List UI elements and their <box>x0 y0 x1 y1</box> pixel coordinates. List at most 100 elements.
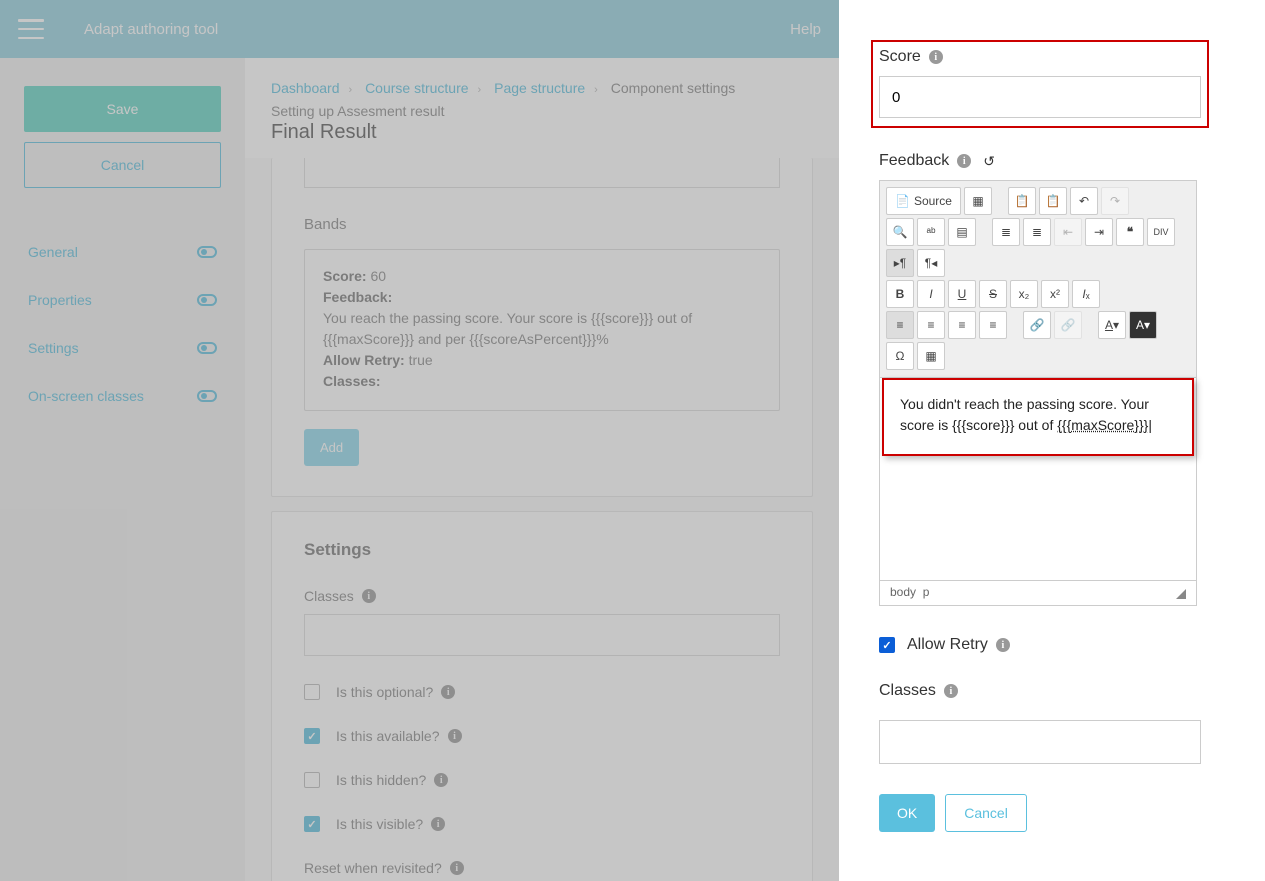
editor-content[interactable]: You didn't reach the passing score. Your… <box>882 378 1194 456</box>
align-left-icon[interactable]: ≡ <box>886 311 914 339</box>
nav-settings[interactable]: Settings <box>24 324 221 372</box>
toggle-icon <box>197 342 217 354</box>
cancel-button[interactable]: Cancel <box>24 142 221 188</box>
panel-cancel-button[interactable]: Cancel <box>945 794 1027 832</box>
div-icon[interactable]: DIV <box>1147 218 1175 246</box>
toggle-icon <box>197 294 217 306</box>
band-classes-label: Classes: <box>323 373 381 389</box>
resize-handle[interactable] <box>1176 589 1186 599</box>
outdent-icon[interactable]: ⇤ <box>1054 218 1082 246</box>
italic-icon[interactable]: I <box>917 280 945 308</box>
info-icon[interactable]: i <box>450 861 464 875</box>
bg-color-icon[interactable]: A▾ <box>1129 311 1157 339</box>
crumb-current: Component settings <box>611 80 736 96</box>
rich-text-editor: 📄 Source ▦ 📋 📋 ↶ ↷ 🔍 ᵃᵇ ▤ ≣ ≣ ⇤ ⇥ ❝ DIV <box>879 180 1197 606</box>
save-button[interactable]: Save <box>24 86 221 132</box>
info-icon[interactable]: i <box>957 154 971 168</box>
align-right-icon[interactable]: ≡ <box>948 311 976 339</box>
subscript-icon[interactable]: x₂ <box>1010 280 1038 308</box>
bold-icon[interactable]: B <box>886 280 914 308</box>
selectall-icon[interactable]: ▤ <box>948 218 976 246</box>
checkbox-optional[interactable] <box>304 684 320 700</box>
rtl-icon[interactable]: ¶◂ <box>917 249 945 277</box>
opt-label: Is this hidden? <box>336 772 426 788</box>
font-color-icon[interactable]: A▾ <box>1098 311 1126 339</box>
checkbox-visible[interactable] <box>304 816 320 832</box>
band-feedback-text: You reach the passing score. Your score … <box>323 308 761 350</box>
crumb-page[interactable]: Page structure <box>494 80 585 96</box>
path-body[interactable]: body <box>890 585 916 599</box>
opt-label: Is this optional? <box>336 684 433 700</box>
redo-icon[interactable]: ↷ <box>1101 187 1129 215</box>
toggle-icon <box>197 246 217 258</box>
info-icon[interactable]: i <box>448 729 462 743</box>
paste-word-icon[interactable]: 📋 <box>1039 187 1067 215</box>
numbered-list-icon[interactable]: ≣ <box>992 218 1020 246</box>
info-icon[interactable]: i <box>441 685 455 699</box>
band-allow-value: true <box>409 352 433 368</box>
help-link[interactable]: Help <box>790 21 821 38</box>
path-p[interactable]: p <box>923 585 930 599</box>
nav-label: Settings <box>28 340 79 356</box>
toggle-icon <box>197 390 217 402</box>
info-icon[interactable]: i <box>996 638 1010 652</box>
crumb-course[interactable]: Course structure <box>365 80 468 96</box>
add-band-button[interactable]: Add <box>304 429 359 466</box>
undo-icon[interactable]: ↺ <box>983 153 995 170</box>
info-icon[interactable]: i <box>944 684 958 698</box>
checkbox-available[interactable] <box>304 728 320 744</box>
info-icon[interactable]: i <box>431 817 445 831</box>
blockquote-icon[interactable]: ❝ <box>1116 218 1144 246</box>
align-justify-icon[interactable]: ≡ <box>979 311 1007 339</box>
ltr-icon[interactable]: ▸¶ <box>886 249 914 277</box>
nav-onscreen[interactable]: On-screen classes <box>24 372 221 420</box>
info-icon[interactable]: i <box>362 589 376 603</box>
opt-label: Is this visible? <box>336 816 423 832</box>
find-icon[interactable]: 🔍 <box>886 218 914 246</box>
paste-icon[interactable]: 📋 <box>1008 187 1036 215</box>
ok-button[interactable]: OK <box>879 794 935 832</box>
page-title: Final Result <box>271 121 813 144</box>
band-score-value: 60 <box>370 268 386 284</box>
classes-label: Classesi <box>304 588 780 604</box>
info-icon[interactable]: i <box>434 773 448 787</box>
reset-label: Reset when revisited? <box>304 860 442 876</box>
allow-retry-label: Allow Retry <box>907 636 988 654</box>
nav-label: Properties <box>28 292 92 308</box>
unlink-icon[interactable]: 🔗 <box>1054 311 1082 339</box>
source-button[interactable]: 📄 Source <box>886 187 961 215</box>
replace-icon[interactable]: ᵃᵇ <box>917 218 945 246</box>
table-icon[interactable]: ▦ <box>917 342 945 370</box>
templates-icon[interactable]: ▦ <box>964 187 992 215</box>
band-allow-label: Allow Retry: <box>323 352 405 368</box>
allow-retry-checkbox[interactable] <box>879 637 895 653</box>
undo-icon[interactable]: ↶ <box>1070 187 1098 215</box>
checkbox-hidden[interactable] <box>304 772 320 788</box>
panel-classes-input[interactable] <box>879 720 1201 764</box>
nav-label: On-screen classes <box>28 388 144 404</box>
align-center-icon[interactable]: ≡ <box>917 311 945 339</box>
info-icon[interactable]: i <box>929 50 943 64</box>
special-char-icon[interactable]: Ω <box>886 342 914 370</box>
bands-label: Bands <box>304 216 780 233</box>
indent-icon[interactable]: ⇥ <box>1085 218 1113 246</box>
band-feedback-label: Feedback: <box>323 289 392 305</box>
nav-general[interactable]: General <box>24 228 221 276</box>
superscript-icon[interactable]: x² <box>1041 280 1069 308</box>
menu-icon[interactable] <box>18 19 44 39</box>
panel-classes-label: Classesi <box>879 682 1201 700</box>
link-icon[interactable]: 🔗 <box>1023 311 1051 339</box>
clear-format-icon[interactable]: Iₓ <box>1072 280 1100 308</box>
breadcrumb: Dashboard› Course structure› Page struct… <box>271 80 813 96</box>
nav-properties[interactable]: Properties <box>24 276 221 324</box>
bullet-list-icon[interactable]: ≣ <box>1023 218 1051 246</box>
underline-icon[interactable]: U <box>948 280 976 308</box>
classes-input[interactable] <box>304 614 780 656</box>
strike-icon[interactable]: S <box>979 280 1007 308</box>
band-item[interactable]: Score: 60 Feedback: You reach the passin… <box>304 249 780 411</box>
nav-label: General <box>28 244 78 260</box>
feedback-label: Feedbacki↺ <box>879 152 1201 170</box>
band-score-label: Score: <box>323 268 367 284</box>
score-input[interactable] <box>879 76 1201 118</box>
crumb-dashboard[interactable]: Dashboard <box>271 80 340 96</box>
